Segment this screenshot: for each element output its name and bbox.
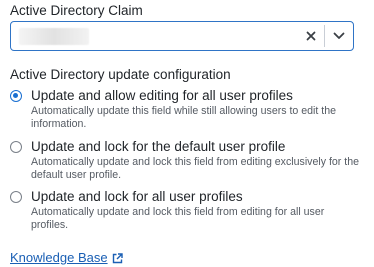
knowledge-base-link[interactable]: Knowledge Base bbox=[10, 250, 123, 267]
clear-icon[interactable] bbox=[303, 28, 319, 44]
option-title: Update and lock for all user profiles bbox=[31, 189, 243, 204]
radio-allow-editing-all[interactable] bbox=[10, 90, 22, 102]
option-description: Automatically update this field while st… bbox=[31, 105, 337, 130]
radio-lock-all[interactable] bbox=[10, 191, 22, 203]
option-description: Automatically update and lock this field… bbox=[31, 206, 325, 231]
ad-claim-panel: Active Directory Claim Active Directory … bbox=[0, 0, 374, 267]
external-link-icon bbox=[112, 252, 123, 267]
select-divider bbox=[324, 25, 325, 47]
radio-lock-default[interactable] bbox=[10, 141, 22, 153]
config-title: Active Directory update configuration bbox=[10, 67, 231, 82]
option-title: Update and allow editing for all user pr… bbox=[31, 88, 293, 103]
claim-selected-value bbox=[19, 28, 89, 45]
claim-label: Active Directory Claim bbox=[10, 3, 143, 18]
option-description: Automatically update and lock this field… bbox=[31, 156, 359, 181]
option-lock-default[interactable]: Update and lock for the default user pro… bbox=[10, 139, 360, 184]
option-lock-all[interactable]: Update and lock for all user profiles Au… bbox=[10, 189, 360, 234]
option-allow-editing-all[interactable]: Update and allow editing for all user pr… bbox=[10, 88, 360, 133]
option-title: Update and lock for the default user pro… bbox=[31, 139, 286, 154]
chevron-down-icon[interactable] bbox=[331, 28, 347, 44]
knowledge-base-label: Knowledge Base bbox=[10, 250, 108, 265]
claim-select[interactable] bbox=[10, 21, 354, 51]
